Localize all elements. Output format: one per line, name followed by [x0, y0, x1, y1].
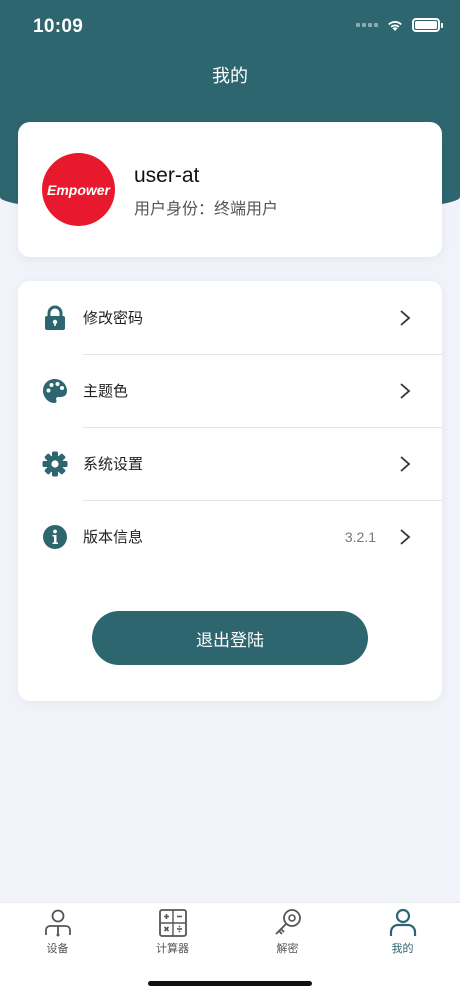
status-time: 10:09: [33, 16, 84, 37]
signal-icon: [356, 23, 378, 27]
chevron-right-icon: [400, 455, 411, 472]
menu-item-version-info[interactable]: 版本信息 3.2.1: [18, 500, 442, 573]
person-icon: [389, 908, 416, 936]
menu-item-label: 修改密码: [83, 309, 144, 327]
menu-item-label: 主题色: [83, 382, 129, 400]
chevron-right-icon: [400, 309, 411, 326]
profile-card: Empower user-at 用户身份：终端用户: [18, 122, 442, 257]
tab-calculator[interactable]: 计算器: [115, 907, 230, 956]
username: user-at: [134, 164, 200, 187]
palette-icon: [42, 378, 68, 404]
home-indicator: [148, 981, 312, 986]
tab-label: 解密: [276, 942, 299, 955]
menu-item-system-settings[interactable]: 系统设置: [18, 427, 442, 500]
calculator-icon: [158, 909, 187, 937]
tab-device[interactable]: 设备: [0, 907, 115, 956]
key-icon: [274, 909, 301, 935]
tab-label: 设备: [46, 942, 69, 955]
info-icon: [42, 524, 68, 550]
chevron-right-icon: [400, 382, 411, 399]
device-icon: [44, 909, 71, 937]
tab-decrypt[interactable]: 解密: [230, 907, 345, 956]
avatar: Empower: [42, 153, 115, 226]
gear-icon: [42, 451, 68, 477]
menu-card: 修改密码 主题色 系统设置 版本信息 3.2.1 退出登陆: [18, 281, 442, 701]
tab-label: 我的: [391, 942, 414, 955]
version-value: 3.2.1: [344, 528, 376, 545]
avatar-logo-text: Empower: [46, 181, 110, 198]
menu-item-change-password[interactable]: 修改密码: [18, 281, 442, 354]
page-title: 我的: [212, 66, 248, 87]
wifi-icon: [388, 21, 402, 31]
menu-item-label: 系统设置: [83, 455, 144, 473]
chevron-right-icon: [400, 528, 411, 545]
menu-item-label: 版本信息: [83, 528, 144, 546]
status-icons: [356, 18, 443, 32]
logout-button[interactable]: 退出登陆: [92, 611, 368, 665]
menu-item-theme-color[interactable]: 主题色: [18, 354, 442, 427]
user-role: 用户身份：终端用户: [134, 199, 279, 218]
tab-mine[interactable]: 我的: [345, 907, 460, 956]
battery-icon: [412, 18, 443, 32]
lock-icon: [42, 305, 68, 331]
tab-label: 计算器: [156, 942, 189, 955]
status-bar: 10:09: [0, 0, 460, 56]
